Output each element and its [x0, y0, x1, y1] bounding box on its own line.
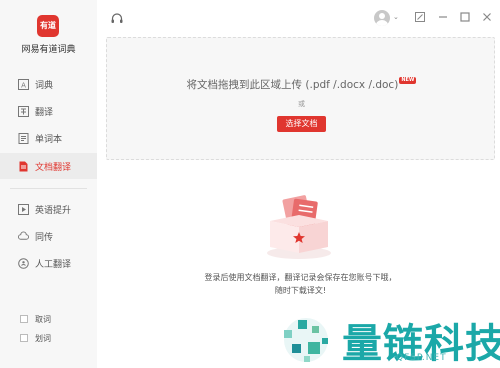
- pick-word-checkbox[interactable]: [20, 315, 28, 323]
- dropzone-title: 将文档拖拽到此区域上传 (.pdf /.docx /.doc) NEW: [107, 77, 496, 92]
- sidebar-item-label: 英语提升: [35, 205, 72, 216]
- watermark: 量链科技 QFSP.NET: [278, 312, 500, 368]
- watermark-subtext: QFSP.NET: [396, 353, 447, 363]
- empty-hint-line1: 登录后使用文档翻译，翻译记录会保存在您账号下哦，: [204, 273, 397, 282]
- sidebar-item-label: 词典: [35, 80, 54, 91]
- translate-icon: [18, 105, 29, 117]
- app-name: 网易有道词典: [21, 45, 76, 55]
- close-icon[interactable]: [481, 11, 493, 23]
- check-item-select-word[interactable]: 划词: [0, 331, 97, 345]
- sidebar-item-label: 翻译: [35, 107, 54, 118]
- sidebar-item-english-improve[interactable]: 英语提升: [0, 196, 97, 222]
- sidebar-item-label: 人工翻译: [35, 259, 72, 270]
- select-document-button[interactable]: 选择文档: [277, 116, 326, 132]
- play-icon: [18, 203, 29, 215]
- skin-icon[interactable]: [414, 11, 426, 23]
- upload-dropzone[interactable]: 将文档拖拽到此区域上传 (.pdf /.docx /.doc) NEW 或 选择文…: [106, 37, 495, 160]
- dropzone-title-text: 将文档拖拽到此区域上传 (.pdf /.docx /.doc): [186, 79, 399, 91]
- document-icon: [18, 161, 29, 172]
- sidebar-item-translate[interactable]: 翻译: [0, 98, 97, 124]
- check-label: 划词: [35, 333, 51, 343]
- cloud-icon: [18, 231, 29, 242]
- sidebar-item-dictionary[interactable]: A 词典: [0, 71, 97, 97]
- empty-box-illustration: [262, 193, 336, 261]
- sidebar-item-document-translate[interactable]: 文档翻译: [0, 153, 97, 179]
- sidebar-item-interpretation[interactable]: 同传: [0, 223, 97, 249]
- empty-hint-line2: 随时下载译文!: [274, 286, 327, 295]
- sidebar-item-label: 文档翻译: [35, 162, 72, 173]
- maximize-icon[interactable]: [459, 11, 471, 23]
- headset-icon[interactable]: [110, 11, 124, 25]
- check-item-pick-word[interactable]: 取词: [0, 312, 97, 326]
- sidebar: 有道 网易有道词典 A 词典 翻译 单词本 文档翻译 英语提升 同传 人工翻译 …: [0, 0, 97, 368]
- avatar[interactable]: [374, 10, 390, 26]
- check-label: 取词: [35, 314, 51, 324]
- app-logo: 有道: [37, 15, 59, 37]
- sidebar-item-human-translate[interactable]: 人工翻译: [0, 250, 97, 276]
- app-window: 有道 网易有道词典 A 词典 翻译 单词本 文档翻译 英语提升 同传 人工翻译 …: [0, 0, 500, 368]
- dropzone-or-text: 或: [298, 100, 305, 108]
- sidebar-item-label: 同传: [35, 232, 54, 243]
- watermark-logo-icon: [284, 318, 328, 362]
- dictionary-icon: A: [18, 78, 29, 90]
- new-badge: NEW: [399, 77, 417, 84]
- sidebar-divider: [10, 188, 87, 189]
- human-icon: [18, 257, 29, 269]
- wordbook-icon: [18, 132, 29, 144]
- sidebar-item-wordbook[interactable]: 单词本: [0, 125, 97, 151]
- select-word-checkbox[interactable]: [20, 334, 28, 342]
- svg-text:A: A: [21, 81, 26, 89]
- sidebar-item-label: 单词本: [35, 134, 63, 145]
- minimize-icon[interactable]: [437, 11, 449, 23]
- chevron-down-icon[interactable]: ⌄: [393, 13, 399, 21]
